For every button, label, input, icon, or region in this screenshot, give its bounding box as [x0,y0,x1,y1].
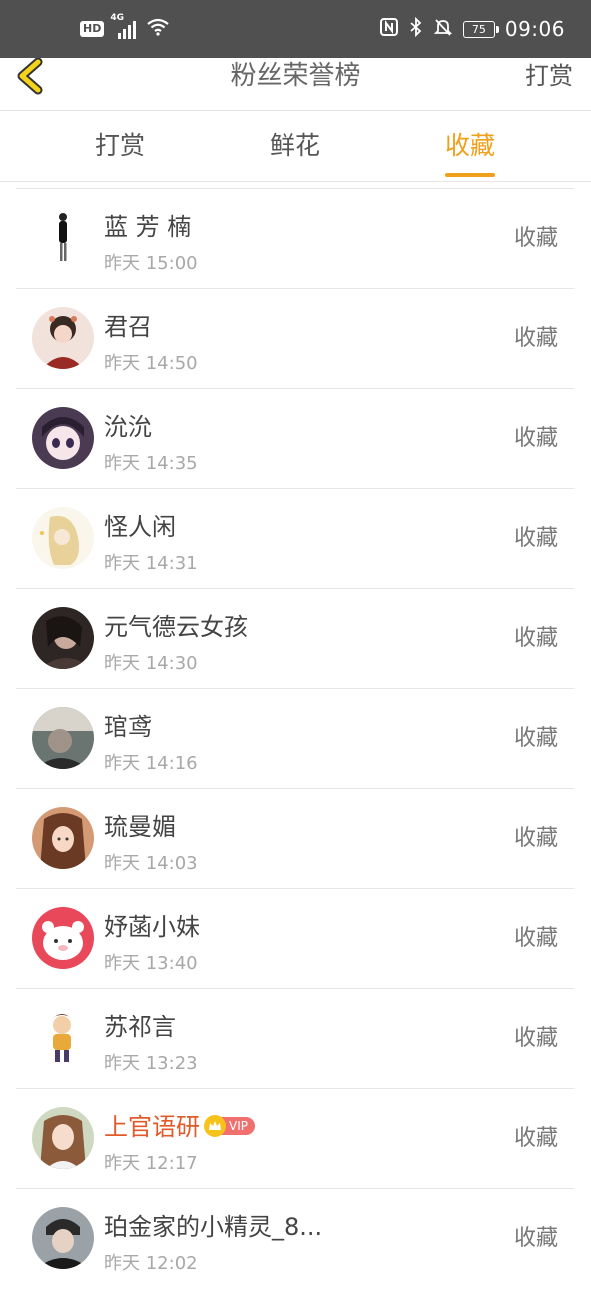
mute-bell-icon [433,17,453,41]
fan-time: 昨天 14:50 [104,353,198,374]
tab-favorites-label: 收藏 [444,131,496,160]
fan-name: 怪人闲 [104,513,176,541]
status-bar: HD 4G 75 09:06 [0,0,591,58]
fan-name: 沇沇 [104,413,152,441]
active-tab-indicator [444,173,496,177]
bluetooth-icon [409,16,423,41]
fan-action: 收藏 [513,526,558,551]
list-item[interactable]: 怪人闲 昨天 14:31 收藏 [16,488,574,588]
clock: 09:06 [504,17,565,41]
tab-reward-label: 打赏 [94,131,146,160]
reward-button[interactable]: 打赏 [525,58,573,98]
fan-action: 收藏 [513,626,558,651]
tab-flowers-label: 鲜花 [269,131,321,160]
fan-time: 昨天 15:00 [104,253,198,274]
tab-reward[interactable]: 打赏 [95,111,145,181]
fan-name: 妤菡小妹 [104,913,200,941]
avatar[interactable] [32,1007,94,1069]
list-item[interactable]: 苏祁言 昨天 13:23 收藏 [16,988,574,1088]
avatar[interactable] [32,207,94,269]
fan-list: 蓝 芳 楠 昨天 15:00 收藏 君召 昨天 14:50 收藏 沇沇 昨天 1… [16,188,574,1288]
fan-action: 收藏 [513,226,558,251]
fan-name: 珀金家的小精灵_8... [104,1213,323,1241]
fan-name: 琉曼媚 [104,813,176,841]
vip-label: VIP [221,1117,255,1135]
list-item[interactable]: 上官语研 VIP 昨天 12:17 收藏 [16,1088,574,1188]
fan-action: 收藏 [513,326,558,351]
vip-badge: VIP [204,1115,255,1137]
avatar[interactable] [32,607,94,669]
header-bar: 粉丝荣誉榜 打赏 [0,57,591,111]
nfc-icon [379,17,399,41]
page-title: 粉丝荣誉榜 [230,61,361,91]
fan-action: 收藏 [513,1026,558,1051]
fan-name: 上官语研 [104,1113,200,1141]
avatar[interactable] [32,707,94,769]
fan-time: 昨天 13:40 [104,953,198,974]
fan-action: 收藏 [513,826,558,851]
wifi-icon [146,18,170,40]
status-right: 75 09:06 [379,0,565,58]
cellular-signal-icon: 4G [110,13,140,39]
avatar[interactable] [32,507,94,569]
fan-time: 昨天 14:30 [104,653,198,674]
fan-time: 昨天 14:16 [104,753,198,774]
avatar[interactable] [32,407,94,469]
avatar[interactable] [32,307,94,369]
list-item[interactable]: 君召 昨天 14:50 收藏 [16,288,574,388]
list-item[interactable]: 妤菡小妹 昨天 13:40 收藏 [16,888,574,988]
fan-action: 收藏 [513,426,558,451]
fan-name-vip: 上官语研 VIP [104,1107,255,1142]
crown-icon [204,1115,226,1137]
fan-action: 收藏 [513,1226,558,1251]
status-left: HD 4G [80,0,170,58]
list-item[interactable]: 珀金家的小精灵_8... 昨天 12:02 收藏 [16,1188,574,1288]
list-item[interactable]: 琉曼媚 昨天 14:03 收藏 [16,788,574,888]
fan-time: 昨天 14:31 [104,553,198,574]
avatar[interactable] [32,1207,94,1269]
fan-name: 琯鸢 [104,713,152,741]
fan-name: 蓝 芳 楠 [104,213,192,241]
battery-icon: 75 [462,20,499,38]
fan-name: 元气德云女孩 [104,613,248,641]
avatar[interactable] [32,907,94,969]
list-item[interactable]: 琯鸢 昨天 14:16 收藏 [16,688,574,788]
list-item[interactable]: 沇沇 昨天 14:35 收藏 [16,388,574,488]
avatar[interactable] [32,1107,94,1169]
fan-time: 昨天 14:35 [104,453,198,474]
list-item[interactable]: 元气德云女孩 昨天 14:30 收藏 [16,588,574,688]
fan-time: 昨天 13:23 [104,1053,198,1074]
hd-badge: HD [80,21,105,37]
fan-action: 收藏 [513,1126,558,1151]
tab-favorites[interactable]: 收藏 [444,111,496,181]
list-item[interactable]: 蓝 芳 楠 昨天 15:00 收藏 [16,188,574,288]
avatar[interactable] [32,807,94,869]
fan-action: 收藏 [513,926,558,951]
fan-time: 昨天 12:17 [104,1153,198,1174]
fan-time: 昨天 14:03 [104,853,198,874]
fan-name: 苏祁言 [104,1013,176,1041]
fan-name: 君召 [104,313,152,341]
tab-flowers[interactable]: 鲜花 [270,111,320,181]
tab-bar: 打赏 鲜花 收藏 [0,111,591,182]
fan-action: 收藏 [513,726,558,751]
fan-time: 昨天 12:02 [104,1253,198,1274]
